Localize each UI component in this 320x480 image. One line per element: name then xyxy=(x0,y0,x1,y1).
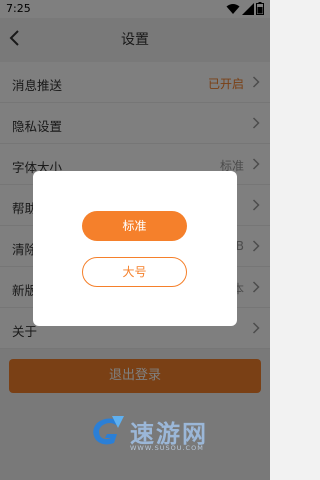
watermark-logo-icon xyxy=(93,416,124,445)
font-standard-button[interactable]: 标准 xyxy=(82,211,187,241)
watermark-url: WWW.SUSOU.COM xyxy=(130,444,204,452)
font-size-dialog: 标准 大号 xyxy=(33,171,237,326)
watermark: 速游网 WWW.SUSOU.COM xyxy=(88,410,263,470)
font-large-button[interactable]: 大号 xyxy=(82,257,187,287)
